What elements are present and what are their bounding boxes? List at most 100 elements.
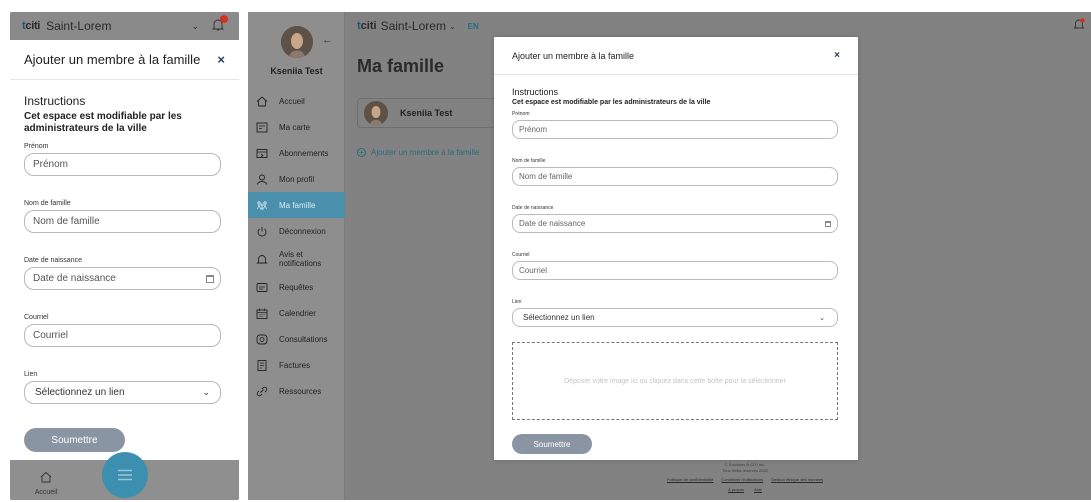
brand-logo: tciti	[357, 20, 377, 32]
lien-select[interactable]: Sélectionnez un lien ⌄	[512, 308, 838, 327]
lien-value: Sélectionnez un lien	[523, 313, 595, 322]
about-link[interactable]: À propos	[728, 487, 744, 492]
image-dropzone[interactable]: Déposer votre image ici ou cliquez dans …	[512, 342, 838, 420]
close-icon[interactable]: ×	[834, 50, 840, 61]
footer-links: Politique de confidentialité Conditions …	[595, 477, 895, 482]
terms-link[interactable]: Conditions d'utilisations	[721, 477, 763, 482]
sidebar-item-ma-carte[interactable]: Ma carte	[248, 114, 345, 140]
calendar-icon[interactable]	[825, 220, 831, 227]
footer: © Solutions B-CITI inc. Tous droits rése…	[595, 462, 895, 492]
lien-value: Sélectionnez un lien	[35, 387, 125, 398]
link-icon	[256, 385, 268, 397]
consultations-icon	[256, 333, 268, 345]
copyright: © Solutions B-CITI inc.	[724, 462, 766, 467]
sidebar-item-ma-famille[interactable]: Ma famille	[248, 192, 345, 218]
instructions-heading: Instructions	[512, 87, 559, 97]
date-label: Date de naissance	[24, 257, 82, 264]
sidebar-item-abonnements[interactable]: Abonnements	[248, 140, 345, 166]
sidebar-item-accueil[interactable]: Accueil	[248, 88, 345, 114]
mobile-screen: tciti Saint-Lorem ⌄ Ajouter un membre à …	[10, 12, 239, 500]
nav-home[interactable]: Accueil	[26, 470, 66, 496]
add-member-link[interactable]: + Ajouter un membre à la famille	[357, 148, 480, 157]
modal-header: Ajouter un membre à la famille ×	[494, 37, 858, 75]
lien-label: Lien	[24, 371, 38, 378]
date-input[interactable]: Date de naissance	[24, 267, 221, 290]
data-ethics-link[interactable]: Gestion éthique des données	[771, 477, 823, 482]
user-icon	[256, 173, 268, 185]
home-label: Accueil	[34, 489, 58, 496]
subscriptions-icon	[256, 147, 268, 159]
page-title: Ma famille	[357, 56, 445, 76]
instructions-text: Cet espace est modifiable par les admini…	[512, 99, 711, 106]
chevron-down-icon[interactable]: ⌄	[191, 21, 199, 32]
language-toggle[interactable]: EN	[468, 22, 479, 31]
submit-button[interactable]: Soumettre	[512, 434, 592, 454]
sidebar-item-ressources[interactable]: Ressources	[248, 378, 345, 404]
date-placeholder: Date de naissance	[33, 273, 116, 284]
privacy-link[interactable]: Politique de confidentialité	[667, 477, 713, 482]
invoice-icon	[256, 359, 268, 371]
sidebar-item-requetes[interactable]: Requêtes	[248, 274, 345, 300]
sidebar-nav: Accueil Ma carte Abonnements Mon profil …	[248, 88, 345, 404]
instructions-heading: Instructions	[24, 94, 86, 108]
sidebar-item-calendrier[interactable]: Calendrier	[248, 300, 345, 326]
mobile-top-bar: tciti Saint-Lorem ⌄	[10, 12, 239, 40]
chevron-down-icon[interactable]: ⌄	[449, 22, 456, 31]
rights: Tous droits réservés 2022	[722, 468, 768, 473]
member-name: Kseniia Test	[400, 108, 453, 118]
add-member-modal: Ajouter un membre à la famille × Instruc…	[494, 37, 858, 460]
family-icon	[256, 199, 268, 211]
sidebar: ← Kseniia Test Accueil Ma carte Abonneme…	[248, 12, 345, 500]
mobile-bottom-nav: Accueil	[10, 452, 239, 500]
lien-label: Lien	[512, 299, 522, 305]
nom-input[interactable]: Nom de famille	[512, 167, 838, 186]
sidebar-item-consultations[interactable]: Consultations	[248, 326, 345, 352]
family-member-card[interactable]: Kseniia Test	[357, 98, 497, 128]
arrow-left-icon[interactable]: ←	[322, 34, 333, 46]
requests-icon	[256, 281, 268, 293]
brand-logo: tciti	[22, 20, 41, 32]
lien-select[interactable]: Sélectionnez un lien ⌄	[24, 381, 221, 404]
prenom-input[interactable]: Prénom	[512, 120, 838, 139]
city-selector[interactable]: Saint-Lorem	[381, 19, 446, 33]
instructions-text: Cet espace est modifiable par les admini…	[24, 111, 182, 134]
help-link[interactable]: Aide	[754, 487, 762, 492]
bell-icon	[256, 253, 268, 265]
sidebar-item-avis[interactable]: Avis et notifications	[248, 244, 345, 274]
modal-title: Ajouter un membre à la famille	[512, 50, 635, 61]
chevron-down-icon: ⌄	[819, 314, 825, 322]
prenom-input[interactable]: Prénom	[24, 153, 221, 176]
submit-button[interactable]: Soumettre	[24, 428, 125, 452]
user-name: Kseniia Test	[270, 66, 323, 76]
nom-label: Nom de famille	[24, 200, 71, 207]
sidebar-item-mon-profil[interactable]: Mon profil	[248, 166, 345, 192]
hamburger-icon	[118, 469, 132, 481]
close-icon[interactable]: ×	[217, 52, 225, 67]
avatar[interactable]	[281, 26, 313, 58]
prenom-label: Prénom	[24, 143, 49, 150]
desktop-top-bar: tciti Saint-Lorem ⌄ EN	[345, 12, 1091, 40]
menu-button[interactable]	[102, 452, 148, 498]
prenom-label: Prénom	[512, 111, 530, 117]
nom-input[interactable]: Nom de famille	[24, 210, 221, 233]
chevron-down-icon: ⌄	[202, 387, 210, 397]
plus-icon: +	[357, 148, 366, 157]
date-input[interactable]: Date de naissance	[512, 214, 838, 233]
mobile-add-member-modal: Ajouter un membre à la famille × Instruc…	[10, 40, 239, 460]
bell-icon[interactable]	[1073, 18, 1085, 31]
power-icon	[256, 225, 268, 237]
card-icon	[256, 121, 268, 133]
courriel-label: Courriel	[512, 252, 530, 258]
sidebar-item-deconnexion[interactable]: Déconnexion	[248, 218, 345, 244]
calendar-icon[interactable]	[206, 274, 214, 283]
nom-label: Nom de famille	[512, 158, 546, 164]
modal-title: Ajouter un membre à la famille	[24, 52, 201, 67]
modal-header: Ajouter un membre à la famille ×	[10, 40, 239, 80]
city-selector[interactable]: Saint-Lorem	[46, 19, 111, 33]
home-icon	[256, 95, 268, 107]
home-icon	[40, 471, 52, 483]
courriel-label: Courriel	[24, 314, 49, 321]
courriel-input[interactable]: Courriel	[512, 261, 838, 280]
courriel-input[interactable]: Courriel	[24, 324, 221, 347]
sidebar-item-factures[interactable]: Factures	[248, 352, 345, 378]
